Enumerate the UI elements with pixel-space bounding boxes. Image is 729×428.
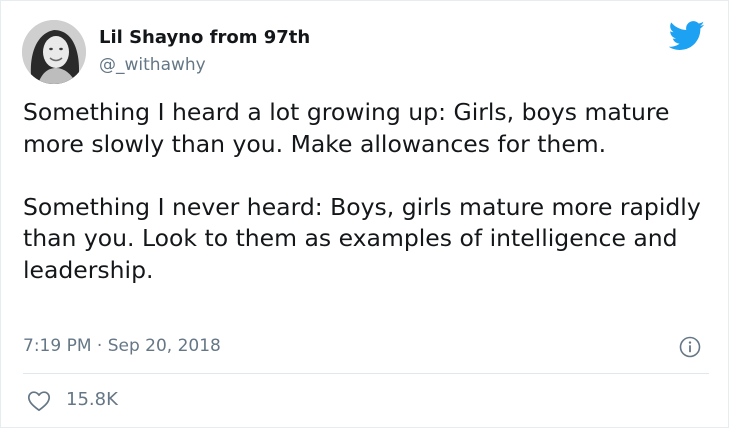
heart-icon[interactable] — [27, 390, 51, 412]
tweet-timestamp[interactable]: 7:19 PM · Sep 20, 2018 — [23, 336, 221, 356]
author-display-name[interactable]: Lil Shayno from 97th — [99, 27, 310, 48]
like-count: 15.8K — [66, 389, 118, 410]
tweet-text: Something I heard a lot growing up: Girl… — [23, 97, 713, 286]
avatar[interactable] — [22, 20, 86, 84]
tweet-paragraph: Something I heard a lot growing up: Girl… — [23, 98, 670, 158]
info-icon[interactable] — [679, 336, 701, 358]
twitter-bird-icon[interactable] — [668, 21, 705, 51]
divider — [23, 373, 709, 374]
tweet-card: Lil Shayno from 97th @_withawhy Somethin… — [0, 0, 729, 428]
tweet-paragraph: Something I never heard: Boys, girls mat… — [23, 192, 701, 284]
author-handle[interactable]: @_withawhy — [99, 55, 206, 75]
